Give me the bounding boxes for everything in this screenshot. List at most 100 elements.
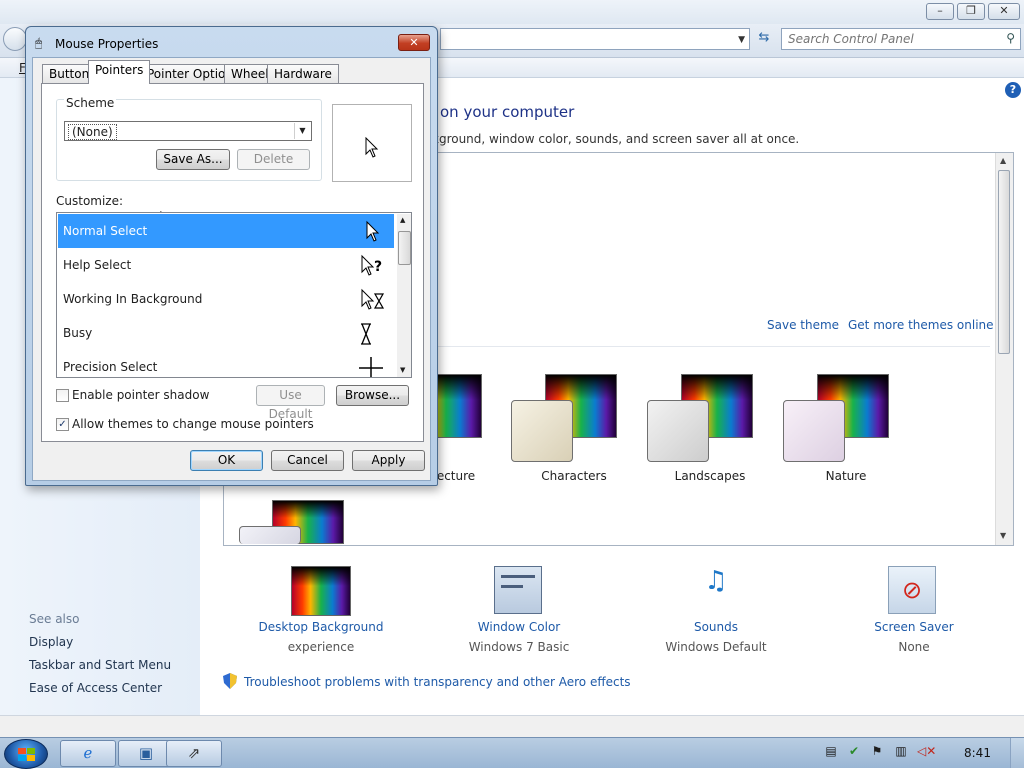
search-input[interactable] (788, 30, 998, 48)
cursor-item-label: Busy (63, 326, 93, 340)
taskbar-clock[interactable]: 8:41 (964, 746, 991, 760)
apply-button[interactable]: Apply (352, 450, 425, 471)
screen-saver-link[interactable]: Screen Saver (834, 620, 994, 634)
cursor-preview (332, 104, 412, 182)
windows-logo-icon (18, 748, 35, 761)
screen-saver-icon[interactable]: ⊘ (888, 566, 936, 614)
scroll-down-icon[interactable]: ▼ (400, 366, 405, 374)
theme-label-landscapes: Landscapes (674, 469, 746, 483)
delete-button[interactable]: Delete (237, 149, 310, 170)
customize-label: Customize: (56, 194, 124, 208)
theme-color-characters[interactable] (511, 400, 573, 462)
help-icon[interactable]: ? (1005, 82, 1021, 98)
scroll-down-icon[interactable]: ▼ (1000, 531, 1006, 540)
theme-color-partial[interactable] (239, 526, 301, 544)
refresh-icon[interactable]: ⇆ (754, 30, 774, 50)
cursor-item-label: Normal Select (63, 224, 148, 238)
scheme-select[interactable]: (None) ▼ (64, 121, 312, 141)
maximize-button[interactable]: ❐ (957, 3, 985, 20)
arrow-cursor-icon (366, 220, 380, 242)
desktop-background-value: experience (287, 640, 355, 654)
desktop-background-icon[interactable] (291, 566, 351, 616)
allow-themes-label: Allow themes to change mouse pointers (72, 417, 314, 431)
browse-button[interactable]: Browse... (336, 385, 409, 406)
mouse-properties-taskbar-button[interactable]: ⇗ (166, 740, 222, 767)
control-panel-titlebar: – ❐ ✕ (0, 0, 1024, 24)
tab-pointers[interactable]: Pointers (88, 60, 151, 84)
tray-flag-icon[interactable]: ⚑ (869, 744, 885, 760)
tray-network-icon[interactable]: ▥ (893, 744, 909, 760)
close-window-button[interactable]: ✕ (988, 3, 1020, 20)
hourglass-icon (361, 323, 371, 345)
page-title: on your computer (440, 103, 575, 121)
tray-volume-muted-icon[interactable]: ◁✕ (917, 744, 936, 760)
use-default-button[interactable]: Use Default (256, 385, 325, 421)
troubleshoot-link[interactable]: Troubleshoot problems with transparency … (244, 675, 631, 689)
show-desktop-button[interactable] (1010, 738, 1024, 768)
minimize-button[interactable]: – (926, 3, 954, 20)
cursor-item-working-in-background[interactable]: Working In Background (58, 282, 394, 316)
theme-label-nature: Nature (825, 469, 867, 483)
cursor-item-busy[interactable]: Busy (58, 316, 394, 350)
scroll-up-icon[interactable]: ▲ (1000, 156, 1006, 165)
theme-scroll-thumb[interactable] (998, 170, 1010, 354)
cursor-item-label: Precision Select (63, 360, 158, 374)
screen-saver-value: None (898, 640, 930, 654)
chevron-down-icon[interactable]: ▼ (738, 35, 745, 45)
tray-document-icon[interactable]: ▤ (823, 744, 839, 760)
search-box[interactable]: ⚲ (781, 28, 1021, 50)
crosshair-icon (359, 357, 383, 377)
enable-shadow-checkbox[interactable] (56, 389, 69, 402)
cursor-item-help-select[interactable]: Help Select ? (58, 248, 394, 282)
see-also-label: See also (29, 612, 80, 626)
dialog-body: Buttons Pointers Pointer Options Wheel H… (32, 57, 431, 481)
sounds-link[interactable]: Sounds (636, 620, 796, 634)
back-button[interactable] (3, 27, 27, 51)
mouse-properties-dialog: 🖱 Mouse Properties ✕ Buttons Pointers Po… (25, 26, 438, 486)
theme-label-characters: Characters (541, 469, 607, 483)
window-color-icon[interactable] (494, 566, 542, 614)
save-as-button[interactable]: Save As... (156, 149, 230, 170)
cursor-item-label: Working In Background (63, 292, 203, 306)
cancel-button[interactable]: Cancel (271, 450, 344, 471)
cursor-item-precision-select[interactable]: Precision Select (58, 350, 394, 377)
tray-security-icon[interactable]: ✔ (846, 744, 862, 760)
theme-color-landscapes[interactable] (647, 400, 709, 462)
sounds-value: Windows Default (665, 640, 767, 654)
svg-text:?: ? (374, 259, 382, 275)
ease-of-access-link[interactable]: Ease of Access Center (29, 681, 162, 695)
status-bar (0, 715, 1024, 737)
chevron-down-icon[interactable]: ▼ (294, 123, 310, 139)
enable-shadow-label: Enable pointer shadow (72, 388, 210, 402)
scheme-label: Scheme (64, 96, 117, 110)
dialog-title: Mouse Properties (55, 37, 159, 51)
scroll-up-icon[interactable]: ▲ (400, 216, 405, 224)
mouse-icon: 🖱 (35, 36, 43, 50)
theme-divider (430, 346, 990, 347)
internet-explorer-taskbar-button[interactable]: ℯ (60, 740, 116, 767)
dialog-close-button[interactable]: ✕ (398, 34, 430, 51)
cursor-list-scrollbar[interactable]: ▲ ▼ (397, 214, 411, 377)
address-field[interactable]: ▼ (440, 28, 750, 50)
sounds-icon[interactable]: ♫ (690, 566, 742, 614)
allow-themes-checkbox[interactable]: ✓ (56, 418, 69, 431)
cursor-list[interactable]: Normal Select Help Select ? Working In B… (56, 212, 412, 378)
desktop-background-link[interactable]: Desktop Background (241, 620, 401, 634)
cursor-item-label: Help Select (63, 258, 132, 272)
taskbar-start-menu-link[interactable]: Taskbar and Start Menu (29, 658, 171, 672)
scheme-selected-value: (None) (68, 124, 117, 140)
start-button[interactable] (4, 739, 48, 769)
theme-color-nature[interactable] (783, 400, 845, 462)
tab-hardware[interactable]: Hardware (267, 64, 339, 83)
window-color-link[interactable]: Window Color (439, 620, 599, 634)
page-description: kground, window color, sounds, and scree… (432, 132, 800, 146)
display-link[interactable]: Display (29, 635, 73, 649)
cursor-list-scroll-thumb[interactable] (398, 231, 411, 265)
search-icon[interactable]: ⚲ (1006, 31, 1015, 45)
ok-button[interactable]: OK (190, 450, 263, 471)
get-more-themes-link[interactable]: Get more themes online (848, 318, 994, 332)
help-cursor-icon: ? (361, 254, 382, 276)
pointers-tab-panel: Scheme (None) ▼ Save As... Delete Custom… (41, 83, 424, 442)
save-theme-link[interactable]: Save theme (767, 318, 839, 332)
cursor-item-normal-select[interactable]: Normal Select (58, 214, 394, 248)
